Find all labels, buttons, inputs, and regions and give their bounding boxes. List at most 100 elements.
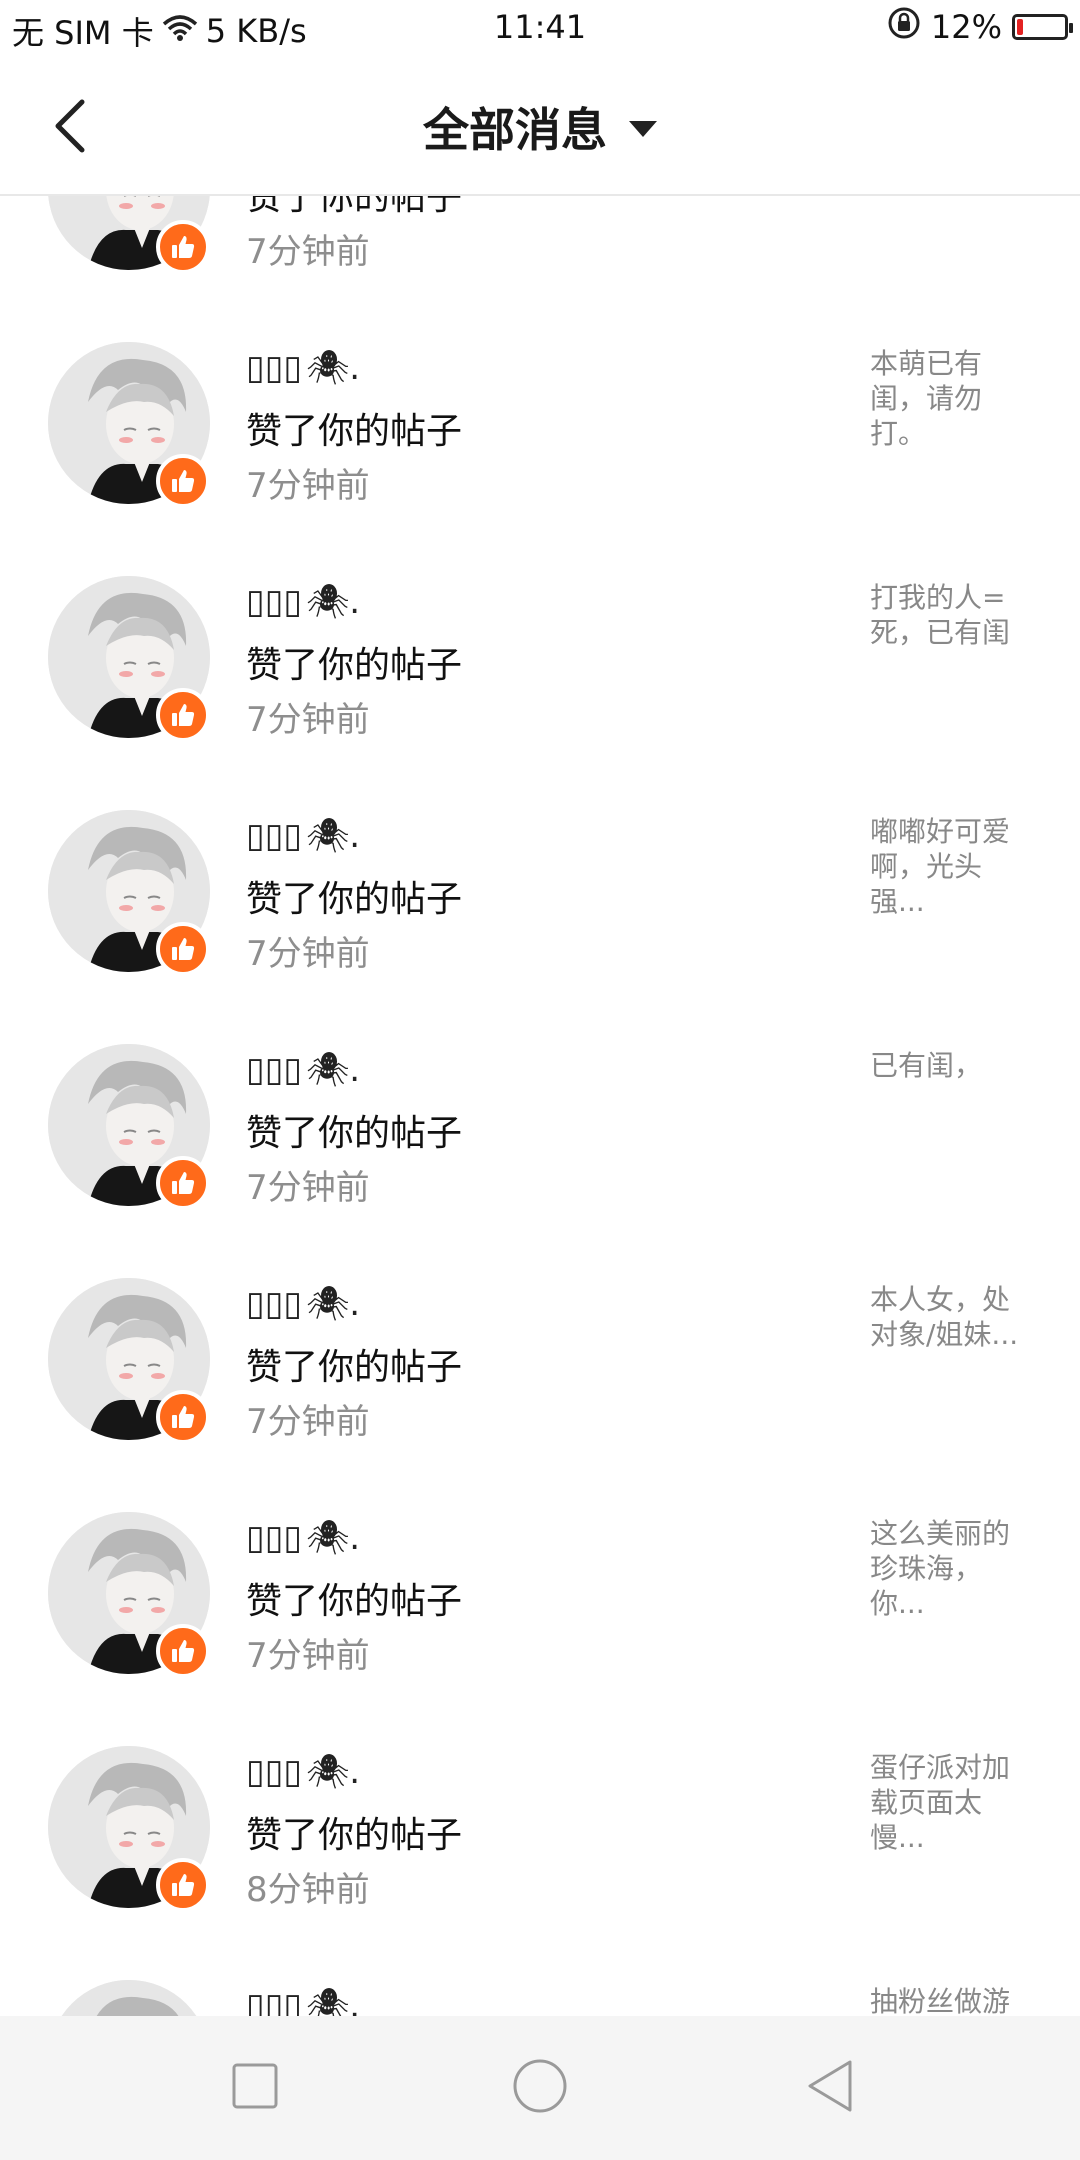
notification-item[interactable]: ▯▯▯ 🕷. 赞了你的帖子 7分钟前 打我的人=死，已有闺 [0, 524, 1080, 758]
like-badge [156, 1390, 210, 1444]
post-preview[interactable]: 已有闺， [870, 1048, 1030, 1083]
user-name-text: ▯▯▯ [246, 1752, 303, 1792]
timestamp: 7分钟前 [246, 1168, 370, 1208]
avatar[interactable] [48, 1278, 210, 1444]
action-text: 赞了你的帖子 [246, 1581, 463, 1622]
avatar[interactable] [48, 342, 210, 508]
page-title: 全部消息 [423, 103, 607, 157]
clock: 11:41 [493, 8, 587, 46]
user-name-text: ▯▯▯ [246, 1518, 303, 1558]
post-preview[interactable]: 这么美丽的珍珠海，你... [870, 1516, 1030, 1621]
recents-button[interactable] [215, 2056, 295, 2116]
timestamp: 7分钟前 [246, 232, 370, 272]
circle-icon [513, 2059, 567, 2113]
spider-icon: 🕷. [306, 1050, 361, 1090]
notification-item[interactable]: ▯▯▯ 🕷. 赞了你的帖子 8分钟前 蛋仔派对加载页面太慢... [0, 1694, 1080, 1928]
header: 全部消息 [0, 56, 1080, 196]
timestamp: 7分钟前 [246, 934, 370, 974]
notification-item[interactable]: ▯▯▯ 🕷. 赞了你的帖子 7分钟前 本萌已有闺，请勿打。 [0, 290, 1080, 524]
thumbs-up-icon [172, 704, 195, 726]
spider-icon: 🕷. [306, 348, 361, 388]
like-badge [156, 220, 210, 274]
action-text: 赞了你的帖子 [246, 1113, 463, 1154]
caret-down-icon [629, 121, 657, 137]
message-filter-dropdown[interactable]: 全部消息 [0, 94, 1080, 160]
post-preview[interactable]: 蛋仔派对加载页面太慢... [870, 1750, 1030, 1855]
status-bar: 无 SIM 卡 5 KB/s 11:41 12% [0, 0, 1080, 56]
user-name-text: ▯▯▯ [246, 816, 303, 856]
action-text: 赞了你的帖子 [246, 411, 463, 452]
thumbs-up-icon [172, 1640, 195, 1662]
action-text: 赞了你的帖子 [246, 879, 463, 920]
avatar[interactable] [48, 576, 210, 742]
spider-icon: 🕷. [306, 1986, 361, 2016]
action-text: 赞了你的帖子 [246, 1347, 463, 1388]
screen: 无 SIM 卡 5 KB/s 11:41 12% 全部消息 赞了你的帖子 7分钟… [0, 0, 1080, 2160]
user-name[interactable]: ▯▯▯ 🕷. [246, 1986, 360, 2016]
thumbs-up-icon [172, 1172, 195, 1194]
spider-icon: 🕷. [306, 1752, 361, 1792]
anime-avatar-image [48, 1980, 210, 2016]
triangle-back-icon [808, 2060, 852, 2112]
notification-item[interactable]: ▯▯▯ 🕷. 赞了你的帖子 7分钟前 嘟嘟好可爱啊，光头强... [0, 758, 1080, 992]
user-name[interactable]: ▯▯▯ 🕷. [246, 1752, 360, 1792]
avatar[interactable] [48, 1980, 210, 2016]
notification-item[interactable]: ▯▯▯ 🕷. 赞了你的帖子 7分钟前 本人女，处对象/姐妹... [0, 1226, 1080, 1460]
avatar[interactable] [48, 1044, 210, 1210]
user-name-text: ▯▯▯ [246, 1050, 303, 1090]
timestamp: 7分钟前 [246, 700, 370, 740]
action-text: 赞了你的帖子 [246, 645, 463, 686]
post-preview[interactable]: 本萌已有闺，请勿打。 [870, 346, 1030, 451]
notification-item[interactable]: ▯▯▯ 🕷. 抽粉丝做游 [0, 1928, 1080, 2016]
timestamp: 7分钟前 [246, 1636, 370, 1676]
avatar[interactable] [48, 1512, 210, 1678]
post-preview[interactable]: 抽粉丝做游 [870, 1984, 1030, 2016]
action-text: 赞了你的帖子 [246, 196, 463, 218]
user-name[interactable]: ▯▯▯ 🕷. [246, 582, 360, 622]
user-name-text: ▯▯▯ [246, 1986, 303, 2016]
spider-icon: 🕷. [306, 1518, 361, 1558]
spider-icon: 🕷. [306, 1284, 361, 1324]
like-badge [156, 1624, 210, 1678]
action-text: 赞了你的帖子 [246, 1815, 463, 1856]
spider-icon: 🕷. [306, 582, 361, 622]
rotation-lock-icon [887, 6, 921, 48]
notification-item[interactable]: ▯▯▯ 🕷. 赞了你的帖子 7分钟前 这么美丽的珍珠海，你... [0, 1460, 1080, 1694]
like-badge [156, 454, 210, 508]
battery-icon [1012, 14, 1073, 40]
user-name-text: ▯▯▯ [246, 348, 303, 388]
notification-list[interactable]: ▯▯▯ 🕷. 赞了你的帖子 7分钟前 交... [0, 196, 1080, 2016]
notification-item[interactable]: ▯▯▯ 🕷. 赞了你的帖子 7分钟前 已有闺， [0, 992, 1080, 1226]
post-preview[interactable]: 打我的人=死，已有闺 [870, 580, 1030, 650]
thumbs-up-icon [172, 1406, 195, 1428]
user-name[interactable]: ▯▯▯ 🕷. [246, 1518, 360, 1558]
user-name[interactable]: ▯▯▯ 🕷. [246, 1050, 360, 1090]
avatar[interactable] [48, 1746, 210, 1912]
avatar[interactable] [48, 196, 210, 274]
timestamp: 8分钟前 [246, 1870, 370, 1910]
user-name-text: ▯▯▯ [246, 1284, 303, 1324]
user-name[interactable]: ▯▯▯ 🕷. [246, 816, 360, 856]
thumbs-up-icon [172, 470, 195, 492]
post-preview[interactable]: 嘟嘟好可爱啊，光头强... [870, 814, 1030, 919]
timestamp: 7分钟前 [246, 466, 370, 506]
thumbs-up-icon [172, 1874, 195, 1896]
thumbs-up-icon [172, 236, 195, 258]
back-nav-button[interactable] [790, 2056, 870, 2116]
like-badge [156, 1858, 210, 1912]
like-badge [156, 1156, 210, 1210]
thumbs-up-icon [172, 938, 195, 960]
avatar[interactable] [48, 810, 210, 976]
battery-level [1017, 19, 1023, 35]
user-name-text: ▯▯▯ [246, 582, 303, 622]
home-button[interactable] [500, 2056, 580, 2116]
notification-item[interactable]: ▯▯▯ 🕷. 赞了你的帖子 7分钟前 交... [0, 196, 1080, 290]
like-badge [156, 922, 210, 976]
post-preview[interactable]: 本人女，处对象/姐妹... [870, 1282, 1030, 1352]
user-name[interactable]: ▯▯▯ 🕷. [246, 348, 360, 388]
system-nav-bar [0, 2016, 1080, 2160]
timestamp: 7分钟前 [246, 1402, 370, 1442]
spider-icon: 🕷. [306, 816, 361, 856]
battery-percent: 12% [930, 8, 1002, 46]
user-name[interactable]: ▯▯▯ 🕷. [246, 1284, 360, 1324]
